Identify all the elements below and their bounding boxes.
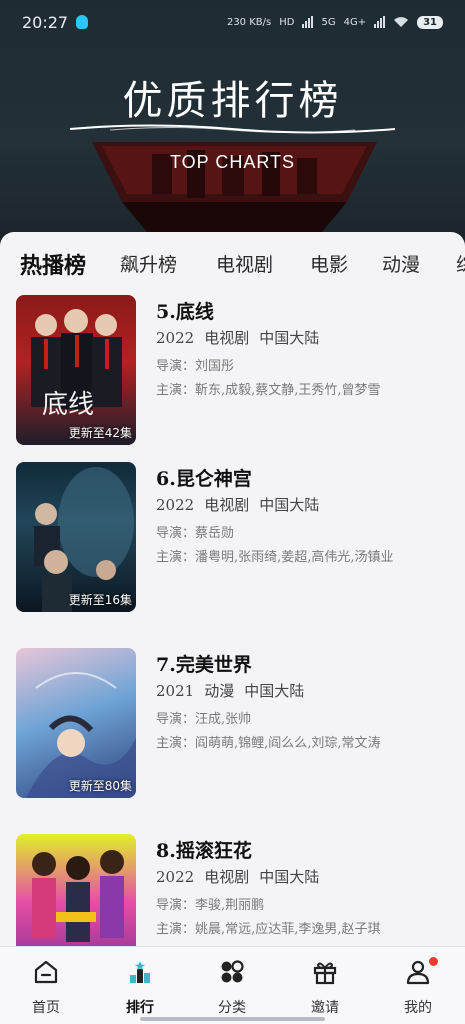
item-type: 电视剧 — [204, 868, 250, 886]
header-banner: 20:27 230 KB/s HD 5G 4G+ 31 优质排行榜 TOP CH… — [0, 0, 465, 260]
hd-label: HD — [279, 16, 295, 28]
item-title[interactable]: 8.摇滚狂花 — [156, 836, 252, 863]
item-year: 2022 — [156, 329, 195, 347]
home-icon — [34, 960, 58, 984]
item-title[interactable]: 6.昆仑神宫 — [156, 464, 252, 491]
nav-invite[interactable]: 邀请 — [295, 959, 355, 1017]
status-indicators: 230 KB/s HD 5G 4G+ 31 — [226, 15, 443, 29]
item-cast: 主演：潘粤明,张雨绮,姜超,高伟光,汤镇业 — [156, 550, 394, 565]
item-type: 电视剧 — [204, 329, 250, 347]
tab-tv[interactable]: 电视剧 — [216, 250, 273, 277]
tab-hot[interactable]: 热播榜 — [20, 248, 86, 280]
status-bar: 20:27 230 KB/s HD 5G 4G+ 31 — [0, 0, 465, 44]
nav-category[interactable]: 分类 — [202, 959, 262, 1017]
nav-profile[interactable]: 我的 — [388, 957, 448, 1017]
item-director: 导演：汪成,张帅 — [156, 712, 252, 727]
net-speed: 230 KB/s — [226, 16, 272, 28]
gift-icon — [313, 962, 337, 985]
poster-image[interactable] — [16, 834, 136, 946]
list-item[interactable]: 更新至80集 7.完美世界 2021 动漫 中国大陆 导演：汪成,张帅 主演：阎萌萌… — [16, 648, 456, 798]
poster-art — [26, 672, 136, 798]
nav-ranking[interactable]: 排行 — [110, 959, 170, 1017]
poster-art — [34, 467, 134, 612]
ranking-icon — [130, 961, 150, 983]
ranking-content: 热播榜 飙升榜 电视剧 电影 动漫 综 底线 更新至42集 5.底线 2 — [0, 232, 465, 946]
episode-badge: 更新至42集 — [68, 426, 132, 440]
tab-movie[interactable]: 电影 — [310, 250, 348, 277]
item-director: 导演：刘国彤 — [156, 359, 235, 374]
notification-dot — [429, 957, 438, 966]
nav-home[interactable]: 首页 — [16, 959, 76, 1017]
nav-profile-label: 我的 — [404, 1000, 432, 1016]
item-year: 2022 — [156, 496, 195, 514]
item-region: 中国大陆 — [259, 868, 320, 886]
tab-anime[interactable]: 动漫 — [382, 250, 420, 277]
item-region: 中国大陆 — [244, 682, 305, 700]
item-cast: 主演：阎萌萌,锦鲤,阎么么,刘琮,常文涛 — [156, 736, 381, 751]
item-meta: 2022 电视剧 中国大陆 — [156, 494, 329, 515]
item-director: 导演：蔡岳勋 — [156, 526, 235, 541]
tab-rising[interactable]: 飙升榜 — [120, 250, 177, 277]
item-cast: 主演：姚晨,常远,应达菲,李逸男,赵子琪 — [156, 922, 381, 937]
item-year: 2021 — [156, 682, 195, 700]
episode-badge: 更新至16集 — [68, 593, 132, 607]
poster-title-text: 底线 — [42, 390, 94, 420]
home-indicator[interactable] — [140, 1017, 325, 1021]
category-icon — [221, 960, 244, 983]
nav-home-label: 首页 — [32, 1000, 60, 1016]
ranking-tabs: 热播榜 飙升榜 电视剧 电影 动漫 综 — [20, 250, 465, 280]
tab-variety[interactable]: 综 — [456, 250, 465, 277]
status-time: 20:27 — [22, 12, 69, 32]
item-type: 电视剧 — [204, 496, 250, 514]
nav-ranking-label: 排行 — [126, 1000, 154, 1016]
bottom-nav: 首页 排行 分类 邀请 我的 — [0, 946, 465, 1024]
list-item[interactable]: 8.摇滚狂花 2022 电视剧 中国大陆 导演：李骏,荆丽鹏 主演：姚晨,常远,应达… — [16, 834, 456, 946]
item-title[interactable]: 5.底线 — [156, 297, 214, 324]
signal-icon-2 — [374, 16, 386, 28]
episode-badge: 更新至80集 — [68, 779, 132, 793]
item-cast: 主演：靳东,成毅,蔡文静,王秀竹,曾梦雪 — [156, 383, 381, 398]
poster-image[interactable]: 底线 更新至42集 — [16, 295, 136, 445]
item-title[interactable]: 7.完美世界 — [156, 650, 252, 677]
list-item[interactable]: 底线 更新至42集 5.底线 2022 电视剧 中国大陆 导演：刘国彤 主演：靳东,… — [16, 295, 456, 445]
poster-art: 底线 — [31, 309, 122, 420]
profile-icon — [406, 960, 430, 985]
item-year: 2022 — [156, 868, 195, 886]
banner-title: 优质排行榜 — [122, 78, 343, 124]
signal-icon — [302, 16, 314, 28]
item-meta: 2022 电视剧 中国大陆 — [156, 866, 329, 887]
item-meta: 2022 电视剧 中国大陆 — [156, 327, 329, 348]
nav-category-label: 分类 — [218, 1000, 246, 1016]
item-region: 中国大陆 — [259, 496, 320, 514]
item-type: 动漫 — [204, 682, 235, 700]
nav-invite-label: 邀请 — [311, 1000, 339, 1016]
4g-label: 4G+ — [343, 16, 367, 28]
item-director: 导演：李骏,荆丽鹏 — [156, 898, 265, 913]
ornament-line — [70, 124, 395, 134]
banner-decoration — [92, 142, 377, 232]
banner-subtitle: TOP CHARTS — [169, 152, 296, 172]
list-item[interactable]: 更新至16集 6.昆仑神宫 2022 电视剧 中国大陆 导演：蔡岳勋 主演：潘粤明,… — [16, 462, 456, 612]
5g-label: 5G — [321, 16, 336, 28]
poster-image[interactable]: 更新至16集 — [16, 462, 136, 612]
battery-indicator: 31 — [417, 15, 443, 29]
qq-icon — [76, 15, 89, 29]
item-region: 中国大陆 — [259, 329, 320, 347]
poster-image[interactable]: 更新至80集 — [16, 648, 136, 798]
poster-art — [32, 850, 124, 942]
item-meta: 2021 动漫 中国大陆 — [156, 680, 314, 701]
wifi-icon — [394, 17, 409, 27]
